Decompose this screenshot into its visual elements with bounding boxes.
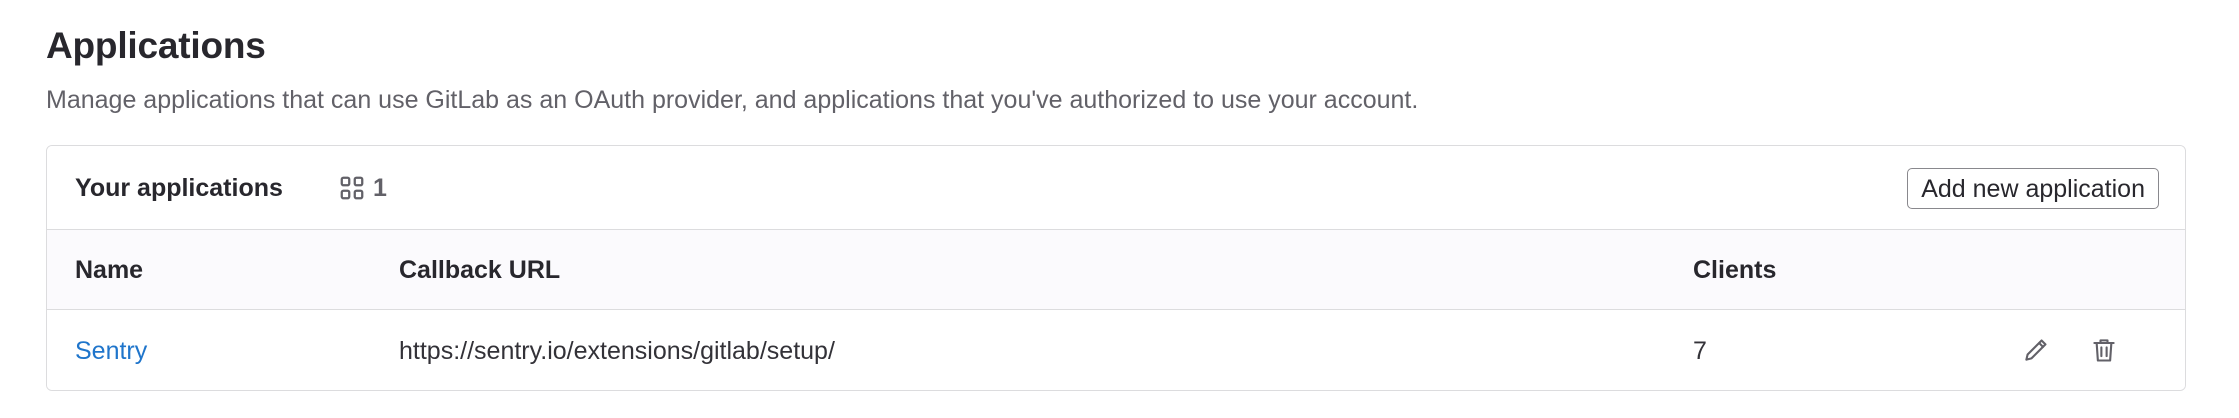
add-new-application-button[interactable]: Add new application — [1907, 168, 2159, 209]
trash-icon — [2090, 336, 2118, 367]
table-row: Sentry https://sentry.io/extensions/gitl… — [47, 310, 2185, 390]
edit-application-button[interactable] — [2017, 332, 2055, 370]
card-header: Your applications 1 Add new application — [47, 146, 2185, 230]
page-title: Applications — [46, 25, 266, 66]
column-header-callback-url: Callback URL — [399, 256, 561, 284]
applications-grid-icon — [339, 175, 365, 201]
clients-count-cell: 7 — [1693, 337, 1707, 365]
delete-application-button[interactable] — [2085, 332, 2123, 370]
column-header-name: Name — [75, 256, 144, 284]
application-name-cell: Sentry — [75, 334, 147, 368]
column-header-clients: Clients — [1693, 256, 1777, 284]
callback-url-cell: https://sentry.io/extensions/gitlab/setu… — [399, 337, 835, 365]
page-description: Manage applications that can use GitLab … — [46, 86, 1419, 114]
your-applications-card: Your applications 1 Add new application … — [46, 145, 2186, 391]
applications-count: 1 — [373, 174, 387, 202]
card-title: Your applications — [75, 174, 283, 202]
pencil-icon — [2022, 336, 2050, 367]
applications-count-badge: 1 — [339, 174, 387, 202]
application-name-link[interactable]: Sentry — [75, 337, 147, 365]
table-header-row: Name Callback URL Clients — [47, 230, 2185, 310]
